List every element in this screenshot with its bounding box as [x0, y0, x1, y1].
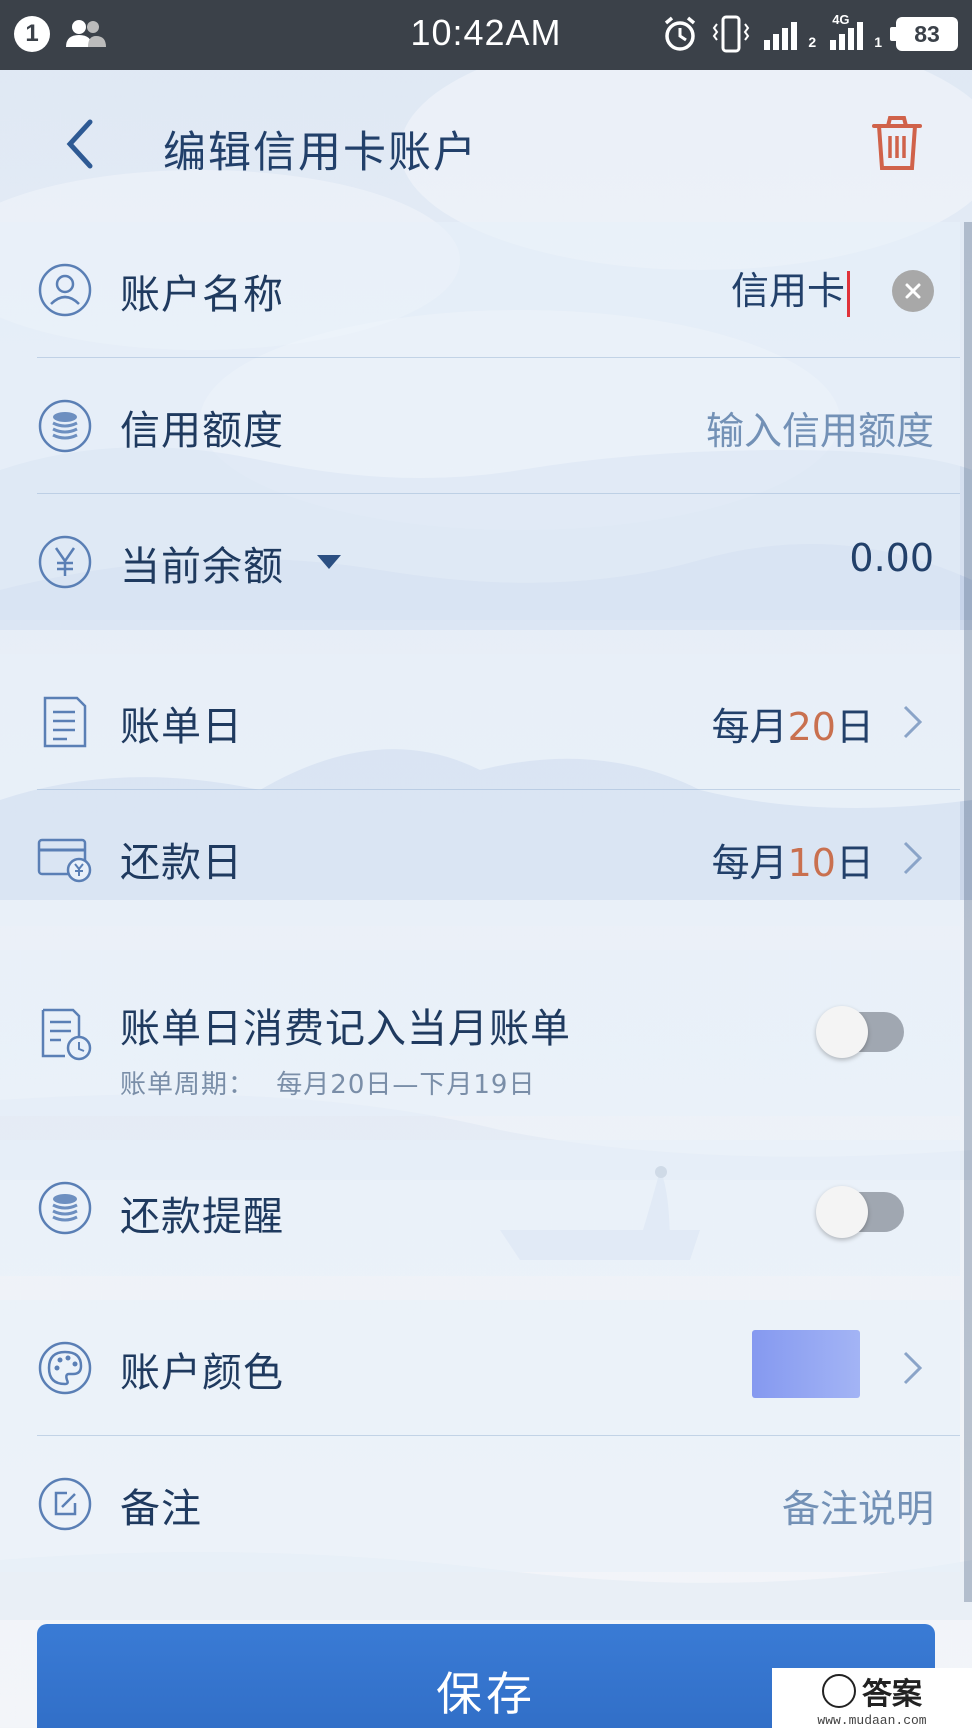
account-color-label: 账户颜色 — [120, 1350, 284, 1396]
color-swatch[interactable] — [752, 1330, 860, 1398]
bill-consumption-label: 账单日消费记入当月账单 — [120, 1006, 571, 1052]
bill-consumption-toggle[interactable] — [816, 1006, 904, 1058]
edit-icon — [38, 1477, 92, 1531]
bill-icon — [43, 696, 87, 748]
signal-icon — [764, 22, 798, 50]
repay-day-row[interactable]: 还款日 每月10日 — [0, 790, 960, 926]
clear-input-button[interactable] — [892, 270, 934, 312]
bill-day-number: 20 — [787, 705, 836, 749]
billing-card: 账单日 每月20日 还款日 每月10日 — [0, 654, 960, 926]
toggle-knob — [816, 1006, 868, 1058]
repay-reminder-card: 还款提醒 — [0, 1140, 960, 1276]
current-balance-row[interactable]: 当前余额 0.00 — [0, 494, 960, 630]
credit-limit-label: 信用额度 — [120, 408, 284, 454]
close-icon — [905, 283, 921, 299]
bill-day-row[interactable]: 账单日 每月20日 — [0, 654, 960, 790]
yuan-icon — [38, 535, 92, 589]
sim-slot-1-label: 1 — [874, 34, 882, 50]
account-name-row[interactable]: 账户名称 信用卡 — [0, 222, 960, 358]
bill-consumption-card: 账单日消费记入当月账单 账单周期： 每月20日—下月19日 — [0, 950, 960, 1116]
bill-day-value: 每月20日 — [712, 696, 874, 751]
coins-icon — [38, 399, 92, 453]
credit-limit-input[interactable]: 输入信用额度 — [706, 400, 934, 455]
watermark-logo-icon — [822, 1673, 856, 1708]
chevron-right-icon — [903, 841, 923, 875]
bill-cycle-text: 账单周期： 每月20日—下月19日 — [120, 1064, 535, 1101]
trash-icon[interactable] — [868, 112, 926, 174]
network-type: 4G — [832, 12, 850, 27]
bill-clock-icon — [41, 1008, 92, 1061]
toggle-knob — [816, 1186, 868, 1238]
battery-indicator: 83 — [890, 17, 958, 51]
account-name-input[interactable]: 信用卡 — [731, 269, 845, 313]
bill-day-prefix: 每月 — [711, 705, 788, 749]
bill-day-label: 账单日 — [120, 704, 243, 750]
watermark: 答案 www.mudaan.com — [772, 1668, 972, 1728]
status-bar: 1 10:42AM 2 4G 1 83 — [0, 0, 972, 70]
palette-icon — [38, 1341, 92, 1395]
repay-day-number: 10 — [787, 841, 836, 885]
chevron-right-icon — [903, 705, 923, 739]
note-input[interactable]: 备注说明 — [782, 1478, 934, 1533]
bill-day-suffix: 日 — [835, 705, 874, 749]
bill-cycle-value: 每月20日—下月19日 — [276, 1070, 536, 1100]
bill-cycle-label: 账单周期： — [120, 1070, 256, 1100]
current-balance-input[interactable]: 0.00 — [849, 536, 934, 580]
scrollbar[interactable] — [964, 222, 972, 1602]
repay-day-value: 每月10日 — [712, 832, 874, 887]
credit-limit-row[interactable]: 信用额度 输入信用额度 — [0, 358, 960, 494]
current-balance-label: 当前余额 — [120, 544, 284, 590]
repay-day-prefix: 每月 — [711, 841, 788, 885]
caret-down-icon[interactable] — [316, 554, 342, 570]
vibrate-icon — [713, 15, 750, 53]
chevron-left-icon[interactable] — [50, 114, 110, 174]
card-payment-icon — [37, 838, 92, 883]
watermark-site: www.mudaan.com — [817, 1712, 927, 1728]
note-label: 备注 — [120, 1486, 202, 1532]
text-cursor — [847, 270, 850, 317]
sim-slot-2-label: 2 — [808, 34, 817, 50]
repay-reminder-toggle[interactable] — [816, 1186, 904, 1238]
chevron-right-icon — [903, 1351, 923, 1385]
page-title: 编辑信用卡账户 — [163, 128, 478, 178]
note-row[interactable]: 备注 备注说明 — [0, 1436, 960, 1572]
account-name-label: 账户名称 — [120, 272, 284, 318]
repay-day-suffix: 日 — [835, 841, 874, 885]
user-icon — [38, 263, 92, 317]
account-name-value-wrap: 信用卡 — [731, 260, 850, 317]
repay-reminder-label: 还款提醒 — [120, 1194, 284, 1240]
watermark-text: 答案 — [862, 1676, 922, 1712]
account-color-row[interactable]: 账户颜色 — [0, 1300, 960, 1436]
alarm-icon — [665, 16, 696, 51]
basic-info-card: 账户名称 信用卡 信用额度 输入信用额度 当前余额 0.00 — [0, 222, 960, 630]
appearance-card: 账户颜色 备注 备注说明 — [0, 1300, 960, 1572]
coins-icon — [38, 1181, 92, 1235]
repay-day-label: 还款日 — [120, 840, 243, 886]
app-header: 编辑信用卡账户 — [0, 70, 972, 222]
